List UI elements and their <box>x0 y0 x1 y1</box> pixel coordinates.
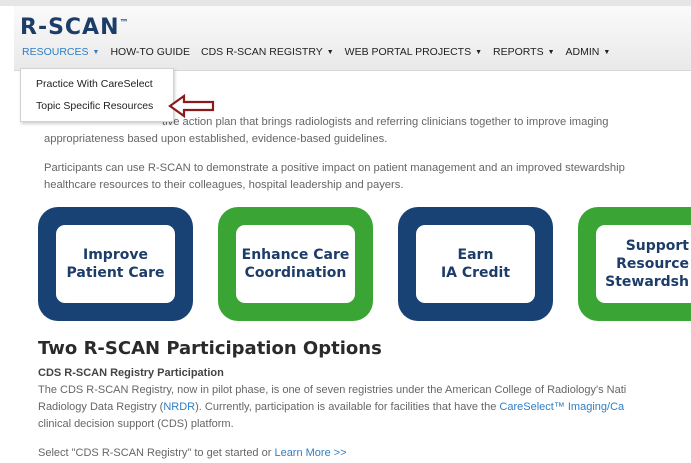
rscan-logo[interactable]: R-SCAN™ <box>20 15 130 40</box>
tile-earn-ia-credit[interactable]: Earn IA Credit <box>398 207 553 321</box>
text-fragment: Select "CDS R-SCAN Registry" to get star… <box>38 447 275 459</box>
registry-description-line-2: Radiology Data Registry (NRDR). Currentl… <box>38 399 624 416</box>
section-title: Two R-SCAN Participation Options <box>38 338 382 359</box>
registry-description-line-3: clinical decision support (CDS) platform… <box>38 418 234 430</box>
nav-cds-registry[interactable]: CDS R-SCAN REGISTRY ▼ <box>201 46 334 58</box>
menu-item-topic-specific-resources[interactable]: Topic Specific Resources <box>21 96 173 116</box>
intro-line-2: appropriateness based upon established, … <box>44 133 388 145</box>
nav-cds-registry-label[interactable]: CDS R-SCAN REGISTRY <box>201 46 323 58</box>
section-subtitle: CDS R-SCAN Registry Participation <box>38 367 224 379</box>
tile-line: Earn <box>457 247 494 263</box>
tile-enhance-care-coordination[interactable]: Enhance Care Coordination <box>218 207 373 321</box>
menu-item-practice-careselect[interactable]: Practice With CareSelect <box>21 74 173 94</box>
chevron-down-icon: ▼ <box>603 48 611 56</box>
get-started-line: Select "CDS R-SCAN Registry" to get star… <box>38 445 347 462</box>
tile-line: Resource <box>616 256 689 272</box>
tile-support-resource-stewardship[interactable]: Support Resource Stewardsh <box>578 207 691 321</box>
nav-resources-label[interactable]: RESOURCES <box>22 46 89 58</box>
tile-line: Stewardsh <box>605 274 689 290</box>
nav-admin[interactable]: ADMIN ▼ <box>566 46 611 58</box>
chevron-down-icon: ▼ <box>92 48 100 56</box>
chevron-down-icon: ▼ <box>326 48 334 56</box>
nav-reports-label[interactable]: REPORTS <box>493 46 544 58</box>
tile-improve-patient-care[interactable]: Improve Patient Care <box>38 207 193 321</box>
tile-line: IA Credit <box>440 265 511 281</box>
chevron-down-icon: ▼ <box>547 48 555 56</box>
text-fragment: ). Currently, participation is available… <box>195 401 500 413</box>
logo-text[interactable]: R-SCAN <box>20 15 120 40</box>
careselect-link[interactable]: CareSelect™ Imaging/Ca <box>499 401 624 413</box>
tile-line: Coordination <box>244 265 347 281</box>
tile-label: Earn IA Credit <box>416 225 535 303</box>
site-header: R-SCAN™ RESOURCES ▼ HOW-TO GUIDE CDS R-S… <box>14 6 691 71</box>
chevron-down-icon: ▼ <box>475 48 483 56</box>
nav-how-to-guide[interactable]: HOW-TO GUIDE <box>110 46 190 58</box>
nav-web-portal-label[interactable]: WEB PORTAL PROJECTS <box>345 46 471 58</box>
nav-admin-label[interactable]: ADMIN <box>566 46 600 58</box>
tile-line: Enhance Care <box>241 247 350 263</box>
tile-line: Support <box>625 238 689 254</box>
intro-line-3: Participants can use R-SCAN to demonstra… <box>44 162 625 174</box>
intro-line-4: healthcare resources to their colleagues… <box>44 179 404 191</box>
tile-label: Enhance Care Coordination <box>236 225 355 303</box>
nav-how-to-guide-label[interactable]: HOW-TO GUIDE <box>110 46 190 58</box>
nav-reports[interactable]: REPORTS ▼ <box>493 46 555 58</box>
text-fragment: Radiology Data Registry ( <box>38 401 164 413</box>
tile-line: Patient Care <box>66 265 165 281</box>
tile-line: Improve <box>83 247 148 263</box>
nrdr-link[interactable]: NRDR <box>163 401 195 413</box>
intro-paragraph-2: Participants can use R-SCAN to demonstra… <box>44 160 625 194</box>
resources-dropdown-menu: Practice With CareSelect Topic Specific … <box>20 68 174 122</box>
nav-resources[interactable]: RESOURCES ▼ <box>22 46 99 58</box>
registry-description-line-1: The CDS R-SCAN Registry, now in pilot ph… <box>38 384 627 396</box>
tile-label: Improve Patient Care <box>56 225 175 303</box>
trademark-mark: ™ <box>119 18 130 29</box>
main-nav: RESOURCES ▼ HOW-TO GUIDE CDS R-SCAN REGI… <box>22 44 621 60</box>
learn-more-link[interactable]: Learn More >> <box>274 447 346 459</box>
tile-label: Support Resource Stewardsh <box>596 225 691 303</box>
nav-web-portal-projects[interactable]: WEB PORTAL PROJECTS ▼ <box>345 46 482 58</box>
left-arrow-icon <box>168 94 215 118</box>
